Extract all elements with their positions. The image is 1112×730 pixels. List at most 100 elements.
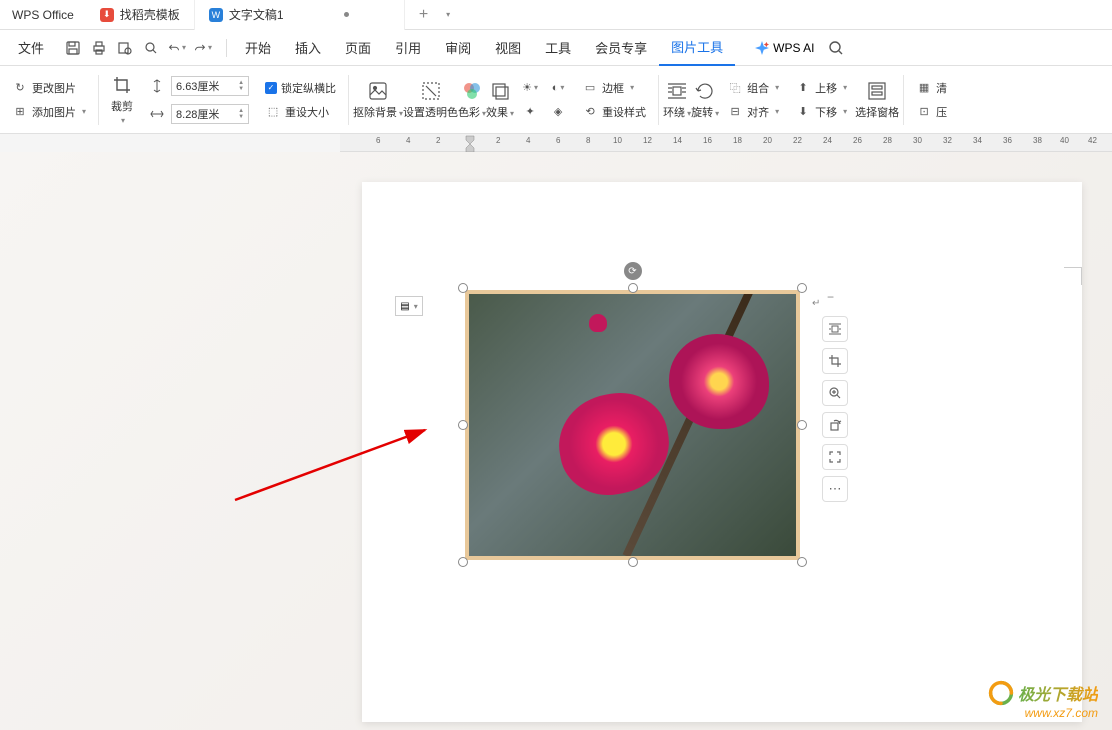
reset-size-button[interactable]: ⬚ 重设大小 <box>265 104 329 120</box>
ruler-tick: 26 <box>853 136 862 145</box>
separator <box>226 39 227 57</box>
selection-pane-button[interactable]: 选择窗格 <box>855 72 899 128</box>
more-float-button[interactable]: ⋯ <box>822 476 848 502</box>
tab-icon-word: W <box>209 8 223 22</box>
resize-handle-tm[interactable] <box>628 283 638 293</box>
resize-handle-bm[interactable] <box>628 557 638 567</box>
ribbon: ↻ 更改图片 ⊞ 添加图片▾ 裁剪▾ 6.63厘米▲▼ 8.28厘米▲▼ <box>0 66 1112 134</box>
crop-button[interactable]: 裁剪▾ <box>111 72 133 128</box>
wrap-layout-button[interactable]: ▤▾ <box>395 296 423 316</box>
ruler-tick: 34 <box>973 136 982 145</box>
effect-button[interactable]: 效果▾ <box>486 72 514 128</box>
save-icon[interactable] <box>64 39 82 57</box>
menu-start[interactable]: 开始 <box>233 30 283 66</box>
color-button[interactable]: 色彩▾ <box>458 72 486 128</box>
set-transparent-button[interactable]: 设置透明色 <box>403 72 458 128</box>
spinner-icon[interactable]: ▲▼ <box>238 108 244 120</box>
lock-ratio-checkbox[interactable]: ✓ 锁定纵横比 <box>265 80 336 96</box>
height-input[interactable]: 8.28厘米▲▼ <box>171 104 249 124</box>
border-button[interactable]: ▭ 边框▾ <box>582 80 634 96</box>
tab-templates[interactable]: ⬇ 找稻壳模板 <box>86 0 195 30</box>
resize-handle-bl[interactable] <box>458 557 468 567</box>
group-button[interactable]: ⿻组合▾ <box>727 80 779 96</box>
tab-document[interactable]: W 文字文稿1 <box>195 0 405 30</box>
ruler-tick: 28 <box>883 136 892 145</box>
add-tab-button[interactable]: + <box>405 6 442 24</box>
effect-icon <box>489 80 511 102</box>
crop-icon <box>111 74 133 96</box>
wrap-button[interactable]: 环绕▾ <box>663 72 691 128</box>
crop-float-button[interactable] <box>822 348 848 374</box>
horizontal-ruler[interactable]: 6 4 2 2 4 6 8 10 12 14 16 18 20 22 24 26… <box>340 134 1112 152</box>
resize-handle-ml[interactable] <box>458 420 468 430</box>
refresh-icon: ↻ <box>12 80 28 96</box>
width-input[interactable]: 6.63厘米▲▼ <box>171 76 249 96</box>
tab-label: 找稻壳模板 <box>120 6 180 23</box>
menu-file[interactable]: 文件 <box>6 30 56 66</box>
move-down-button[interactable]: ⬇下移▾ <box>795 104 847 120</box>
compress-button[interactable]: ⊡压 <box>916 104 947 120</box>
menu-reference[interactable]: 引用 <box>383 30 433 66</box>
collapse-icon[interactable]: − <box>827 290 843 306</box>
indent-markers-icon[interactable] <box>462 134 478 154</box>
print-icon[interactable] <box>90 39 108 57</box>
print-preview-icon[interactable] <box>116 39 134 57</box>
wps-ai-button[interactable]: WPS AI <box>755 41 814 55</box>
spinner-icon[interactable]: ▲▼ <box>238 80 244 92</box>
ruler-tick: 2 <box>436 136 440 145</box>
contrast-icon[interactable]: ◐▾ <box>550 80 566 96</box>
move-up-button[interactable]: ⬆上移▾ <box>795 80 847 96</box>
search-icon[interactable] <box>827 39 845 57</box>
border-icon: ▭ <box>582 80 598 96</box>
preview-icon[interactable] <box>142 39 160 57</box>
ruler-tick: 6 <box>376 136 380 145</box>
tab-label: 文字文稿1 <box>229 6 284 23</box>
menu-view[interactable]: 视图 <box>483 30 533 66</box>
menu-member[interactable]: 会员专享 <box>583 30 659 66</box>
image-content <box>469 294 796 556</box>
fullscreen-float-button[interactable] <box>822 444 848 470</box>
clear-button[interactable]: ▦清 <box>916 80 947 96</box>
selected-image[interactable]: ⟳ <box>465 290 800 560</box>
ruler-tick: 32 <box>943 136 952 145</box>
wrap-small-icon: ▤ <box>400 301 409 312</box>
resize-handle-br[interactable] <box>797 557 807 567</box>
resize-handle-tl[interactable] <box>458 283 468 293</box>
flower-shape <box>669 334 769 429</box>
remove-background-button[interactable]: 抠除背景▾ <box>353 72 403 128</box>
redo-icon[interactable]: ▾ <box>194 39 212 57</box>
tab-menu-chevron-icon[interactable]: ▾ <box>446 10 450 19</box>
paragraph-mark-icon: ↵ <box>812 298 820 309</box>
rotate-button[interactable]: 旋转▾ <box>691 72 719 128</box>
change-picture-button[interactable]: ↻ 更改图片 <box>12 80 76 96</box>
menu-page[interactable]: 页面 <box>333 30 383 66</box>
menu-insert[interactable]: 插入 <box>283 30 333 66</box>
ribbon-group-arrange: ⿻组合▾ ⊟对齐▾ <box>719 66 787 133</box>
page-corner-mark <box>1064 267 1082 285</box>
reset-style-button[interactable]: ⟲ 重设样式 <box>582 104 646 120</box>
resize-handle-mr[interactable] <box>797 420 807 430</box>
ruler-tick: 4 <box>526 136 530 145</box>
ruler-tick: 42 <box>1088 136 1097 145</box>
watermark-text: 极光下载站 <box>1018 681 1098 705</box>
add-picture-button[interactable]: ⊞ 添加图片▾ <box>12 104 86 120</box>
rotate-float-button[interactable] <box>822 412 848 438</box>
brightness-icon[interactable]: ☀▾ <box>522 80 538 96</box>
transparent-icon <box>420 80 442 102</box>
align-button[interactable]: ⊟对齐▾ <box>727 104 779 120</box>
add-image-icon: ⊞ <box>12 104 28 120</box>
resize-handle-tr[interactable] <box>797 283 807 293</box>
menu-picture-tools[interactable]: 图片工具 <box>659 30 735 66</box>
menu-tools[interactable]: 工具 <box>533 30 583 66</box>
ribbon-group-adjust: ☀▾ ◐▾ ✦ ◈ <box>514 66 574 133</box>
selection-pane-icon <box>866 80 888 102</box>
ruler-tick: 8 <box>586 136 590 145</box>
menu-review[interactable]: 审阅 <box>433 30 483 66</box>
brightness2-icon[interactable]: ✦ <box>522 104 538 120</box>
undo-icon[interactable]: ▾ <box>168 39 186 57</box>
sharpen-icon[interactable]: ◈ <box>550 104 566 120</box>
rotate-icon <box>694 80 716 102</box>
rotate-handle[interactable]: ⟳ <box>624 262 642 280</box>
zoom-float-button[interactable] <box>822 380 848 406</box>
layout-options-button[interactable] <box>822 316 848 342</box>
